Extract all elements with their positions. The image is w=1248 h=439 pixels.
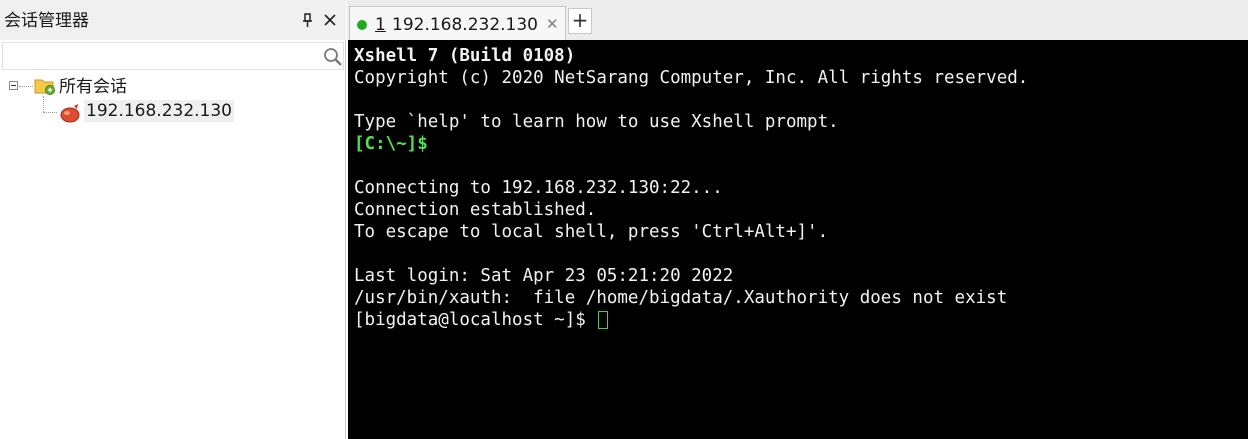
tree-connector bbox=[19, 86, 33, 87]
tree-folder-all-sessions[interactable]: 所有会话 bbox=[59, 76, 127, 98]
tab-session[interactable]: 1 192.168.232.130 ✕ bbox=[349, 6, 566, 40]
terminal-line: Connecting to 192.168.232.130:22... bbox=[354, 178, 723, 198]
session-manager-header: 会话管理器 bbox=[0, 0, 346, 40]
terminal-output: Xshell 7 (Build 0108) Copyright (c) 2020… bbox=[354, 45, 1028, 331]
local-prompt-line: [C:\~]$ bbox=[354, 134, 428, 154]
shell-prompt-text: [bigdata@localhost ~]$ bbox=[354, 310, 597, 330]
panel-title: 会话管理器 bbox=[4, 11, 89, 31]
terminal-line: Type `help' to learn how to use Xshell p… bbox=[354, 112, 839, 132]
session-tree: 所有会话 192.168.232.130 bbox=[0, 72, 346, 439]
pin-icon[interactable] bbox=[300, 12, 316, 28]
terminal-cursor bbox=[598, 311, 609, 329]
terminal-line: Copyright (c) 2020 NetSarang Computer, I… bbox=[354, 68, 1029, 88]
add-tab-button[interactable]: + bbox=[568, 8, 592, 34]
search-icon[interactable] bbox=[323, 47, 343, 67]
terminal-line: To escape to local shell, press 'Ctrl+Al… bbox=[354, 222, 829, 242]
tab-bar: 1 192.168.232.130 ✕ + bbox=[347, 0, 1248, 40]
terminal-area[interactable]: Xshell 7 (Build 0108) Copyright (c) 2020… bbox=[348, 40, 1248, 439]
tab-label: 192.168.232.130 bbox=[392, 15, 539, 35]
terminal-line: /usr/bin/xauth: file /home/bigdata/.Xaut… bbox=[354, 288, 1008, 308]
tree-connector bbox=[43, 112, 57, 113]
collapse-toggle-icon[interactable] bbox=[9, 81, 18, 90]
tree-session-item[interactable]: 192.168.232.130 bbox=[84, 100, 235, 122]
session-icon bbox=[58, 102, 82, 124]
folder-icon bbox=[34, 76, 56, 96]
terminal-line: Connection established. bbox=[354, 200, 597, 220]
terminal-line: Last login: Sat Apr 23 05:21:20 2022 bbox=[354, 266, 734, 286]
tab-number: 1 bbox=[375, 15, 386, 35]
tab-close-icon[interactable]: ✕ bbox=[546, 16, 559, 32]
close-icon[interactable] bbox=[322, 12, 338, 28]
session-manager-panel: 会话管理器 所有会话 192.168.232.130 bbox=[0, 0, 346, 439]
shell-prompt-line[interactable]: [bigdata@localhost ~]$ bbox=[354, 309, 1028, 331]
connection-status-icon bbox=[357, 20, 367, 30]
tree-connector bbox=[43, 96, 44, 112]
search-box bbox=[2, 42, 344, 70]
search-input[interactable] bbox=[5, 46, 315, 66]
terminal-line: Xshell 7 (Build 0108) bbox=[354, 46, 576, 66]
